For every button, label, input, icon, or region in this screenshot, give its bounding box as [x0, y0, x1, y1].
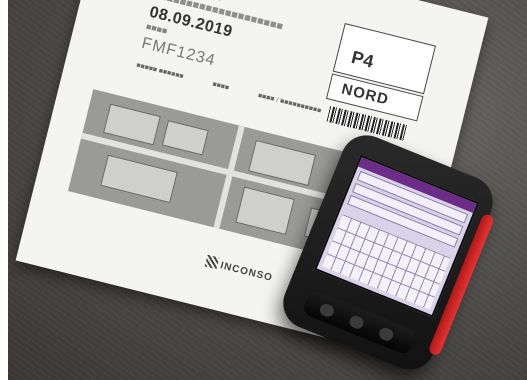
meta-field: ■■■■ [211, 80, 230, 92]
map-building [100, 154, 178, 204]
logo-mark [204, 254, 220, 270]
logo-text: INCONSO [219, 260, 274, 284]
parking-zone-label: NORD [339, 80, 391, 109]
meta-field: ■■■■ / ■■■■■■■■■■ [257, 92, 322, 115]
parking-area-label: P4 [349, 47, 376, 72]
meta-field: ■■■■■ ■■■■■■ [135, 61, 185, 81]
map-building [235, 186, 295, 236]
map-building [161, 120, 209, 156]
photo: ■■■■■■■■■■ ■■■■■■■■■■■■■■■■■■■■ 08.09.20… [8, 0, 527, 380]
